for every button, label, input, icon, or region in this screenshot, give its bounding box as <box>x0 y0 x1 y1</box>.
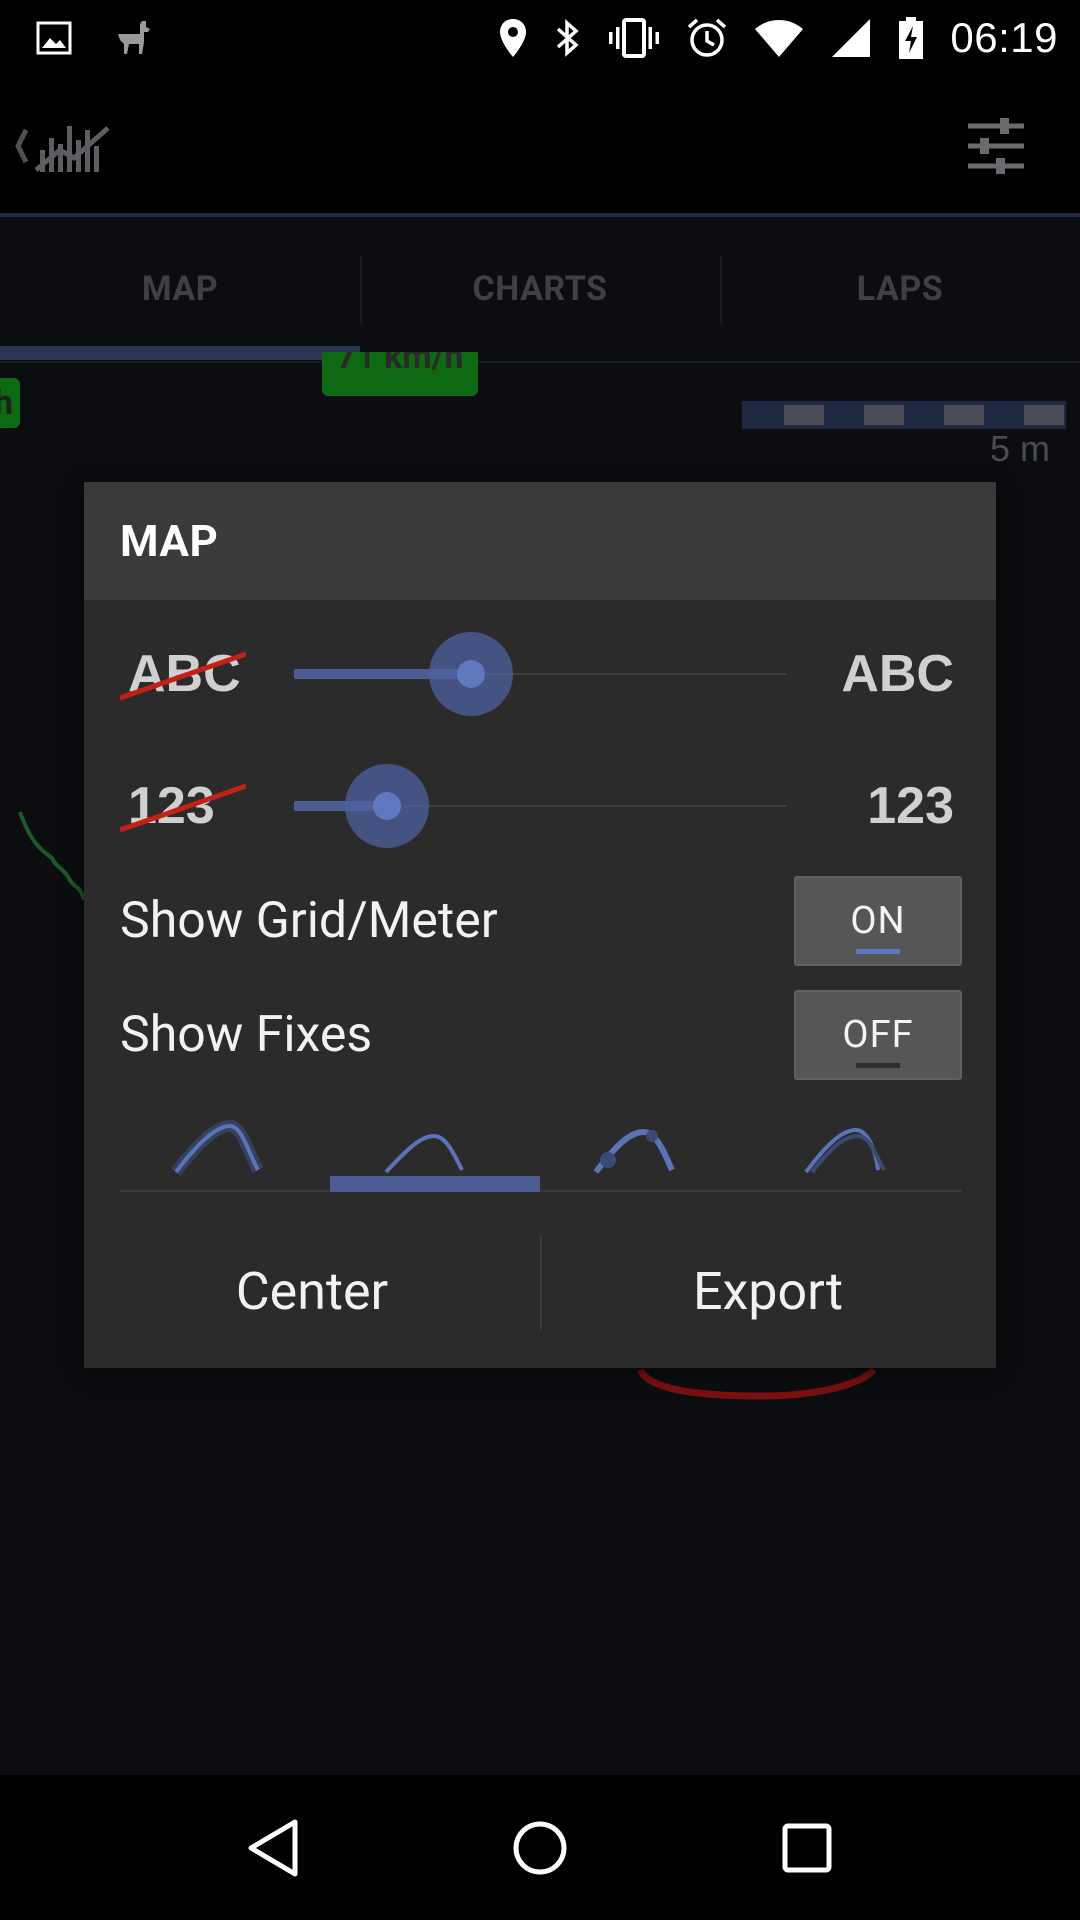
show-fixes-row: Show Fixes OFF <box>120 990 962 1080</box>
track-style-selector <box>120 1096 962 1192</box>
track-style-dots-icon <box>593 1128 675 1174</box>
track-style-double-icon <box>804 1127 886 1174</box>
toggle-indicator <box>856 949 900 954</box>
tab-map[interactable]: MAP <box>0 217 360 361</box>
strike-through-icon <box>120 783 246 833</box>
show-grid-label: Show Grid/Meter <box>120 892 498 950</box>
export-button[interactable]: Export <box>540 1234 996 1366</box>
scale-segment <box>944 405 984 425</box>
track-style-dots-option[interactable] <box>540 1096 750 1192</box>
scale-segment <box>1024 405 1064 425</box>
dialog-button-bar: Center Export <box>84 1234 996 1366</box>
back-button[interactable] <box>223 1798 323 1898</box>
number-size-slider-row: 123 123 <box>84 756 996 856</box>
strike-through-icon <box>120 651 246 701</box>
speed-badge-partial: h <box>0 378 20 428</box>
tab-laps[interactable]: LAPS <box>720 217 1080 361</box>
track-style-shadow-icon <box>171 1119 264 1176</box>
tab-map-label: MAP <box>141 269 219 309</box>
dialog-title: MAP <box>84 482 996 600</box>
track-style-shadow-option[interactable] <box>120 1096 330 1192</box>
tab-charts[interactable]: CHARTS <box>360 217 720 361</box>
navigation-bar <box>0 1775 1080 1920</box>
chart-logo-icon[interactable] <box>12 116 112 176</box>
track-style-plain-option[interactable] <box>330 1096 540 1192</box>
label-size-slider-thumb[interactable] <box>429 632 514 716</box>
track-style-double-option[interactable] <box>750 1096 960 1192</box>
labels-on-label: ABC <box>841 645 954 703</box>
tab-laps-label: LAPS <box>856 269 944 309</box>
action-bar <box>0 75 1080 215</box>
equalizer-icon[interactable] <box>966 116 1026 176</box>
scale-segment <box>864 405 904 425</box>
tab-bar: MAP CHARTS LAPS <box>0 217 1080 363</box>
home-icon <box>513 1821 567 1874</box>
numbers-on-label: 123 <box>867 777 954 835</box>
map-scale-bar <box>742 401 1066 429</box>
center-button[interactable]: Center <box>84 1234 540 1366</box>
label-size-slider-row: ABC ABC <box>84 624 996 724</box>
tab-selected-indicator <box>0 346 360 360</box>
track-style-plain-icon <box>384 1133 464 1174</box>
recents-button[interactable] <box>757 1798 857 1898</box>
map-settings-dialog: MAP ABC ABC 123 123 Show Grid/Meter <box>84 482 996 1368</box>
toggle-indicator <box>856 1063 900 1068</box>
map-scale-label: 5 m <box>990 428 1051 469</box>
home-button[interactable] <box>490 1798 590 1898</box>
screen: 06:19 MAP CHARTS LAPS 71 km/h h 5 m MAP … <box>0 0 1080 1920</box>
show-grid-row: Show Grid/Meter ON <box>120 876 962 966</box>
speed-badge: 71 km/h <box>322 352 478 396</box>
recents-icon <box>782 1823 832 1872</box>
show-grid-toggle[interactable]: ON <box>794 876 962 966</box>
number-size-slider-thumb[interactable] <box>345 764 430 848</box>
tab-charts-label: CHARTS <box>472 269 608 309</box>
scale-segment <box>784 405 824 425</box>
show-fixes-label: Show Fixes <box>120 1006 373 1064</box>
back-icon <box>248 1819 298 1876</box>
show-fixes-toggle[interactable]: OFF <box>794 990 962 1080</box>
